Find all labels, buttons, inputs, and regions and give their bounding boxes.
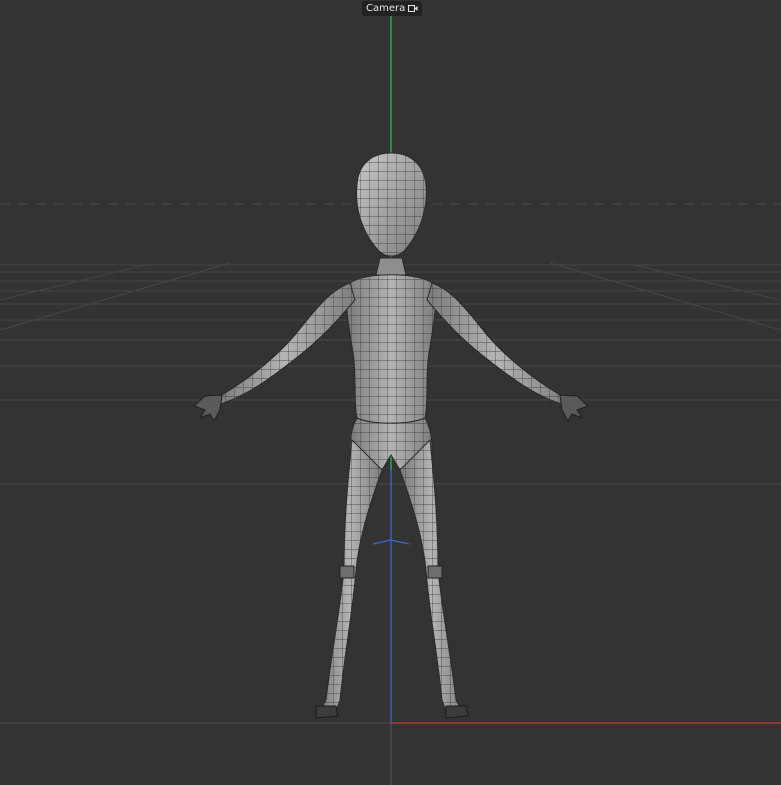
camera-label[interactable]: Camera — [362, 1, 423, 16]
camera-icon — [408, 5, 418, 12]
camera-label-text: Camera — [366, 3, 406, 14]
viewport-scene[interactable] — [0, 0, 781, 785]
3d-viewport[interactable]: Camera — [0, 0, 781, 785]
